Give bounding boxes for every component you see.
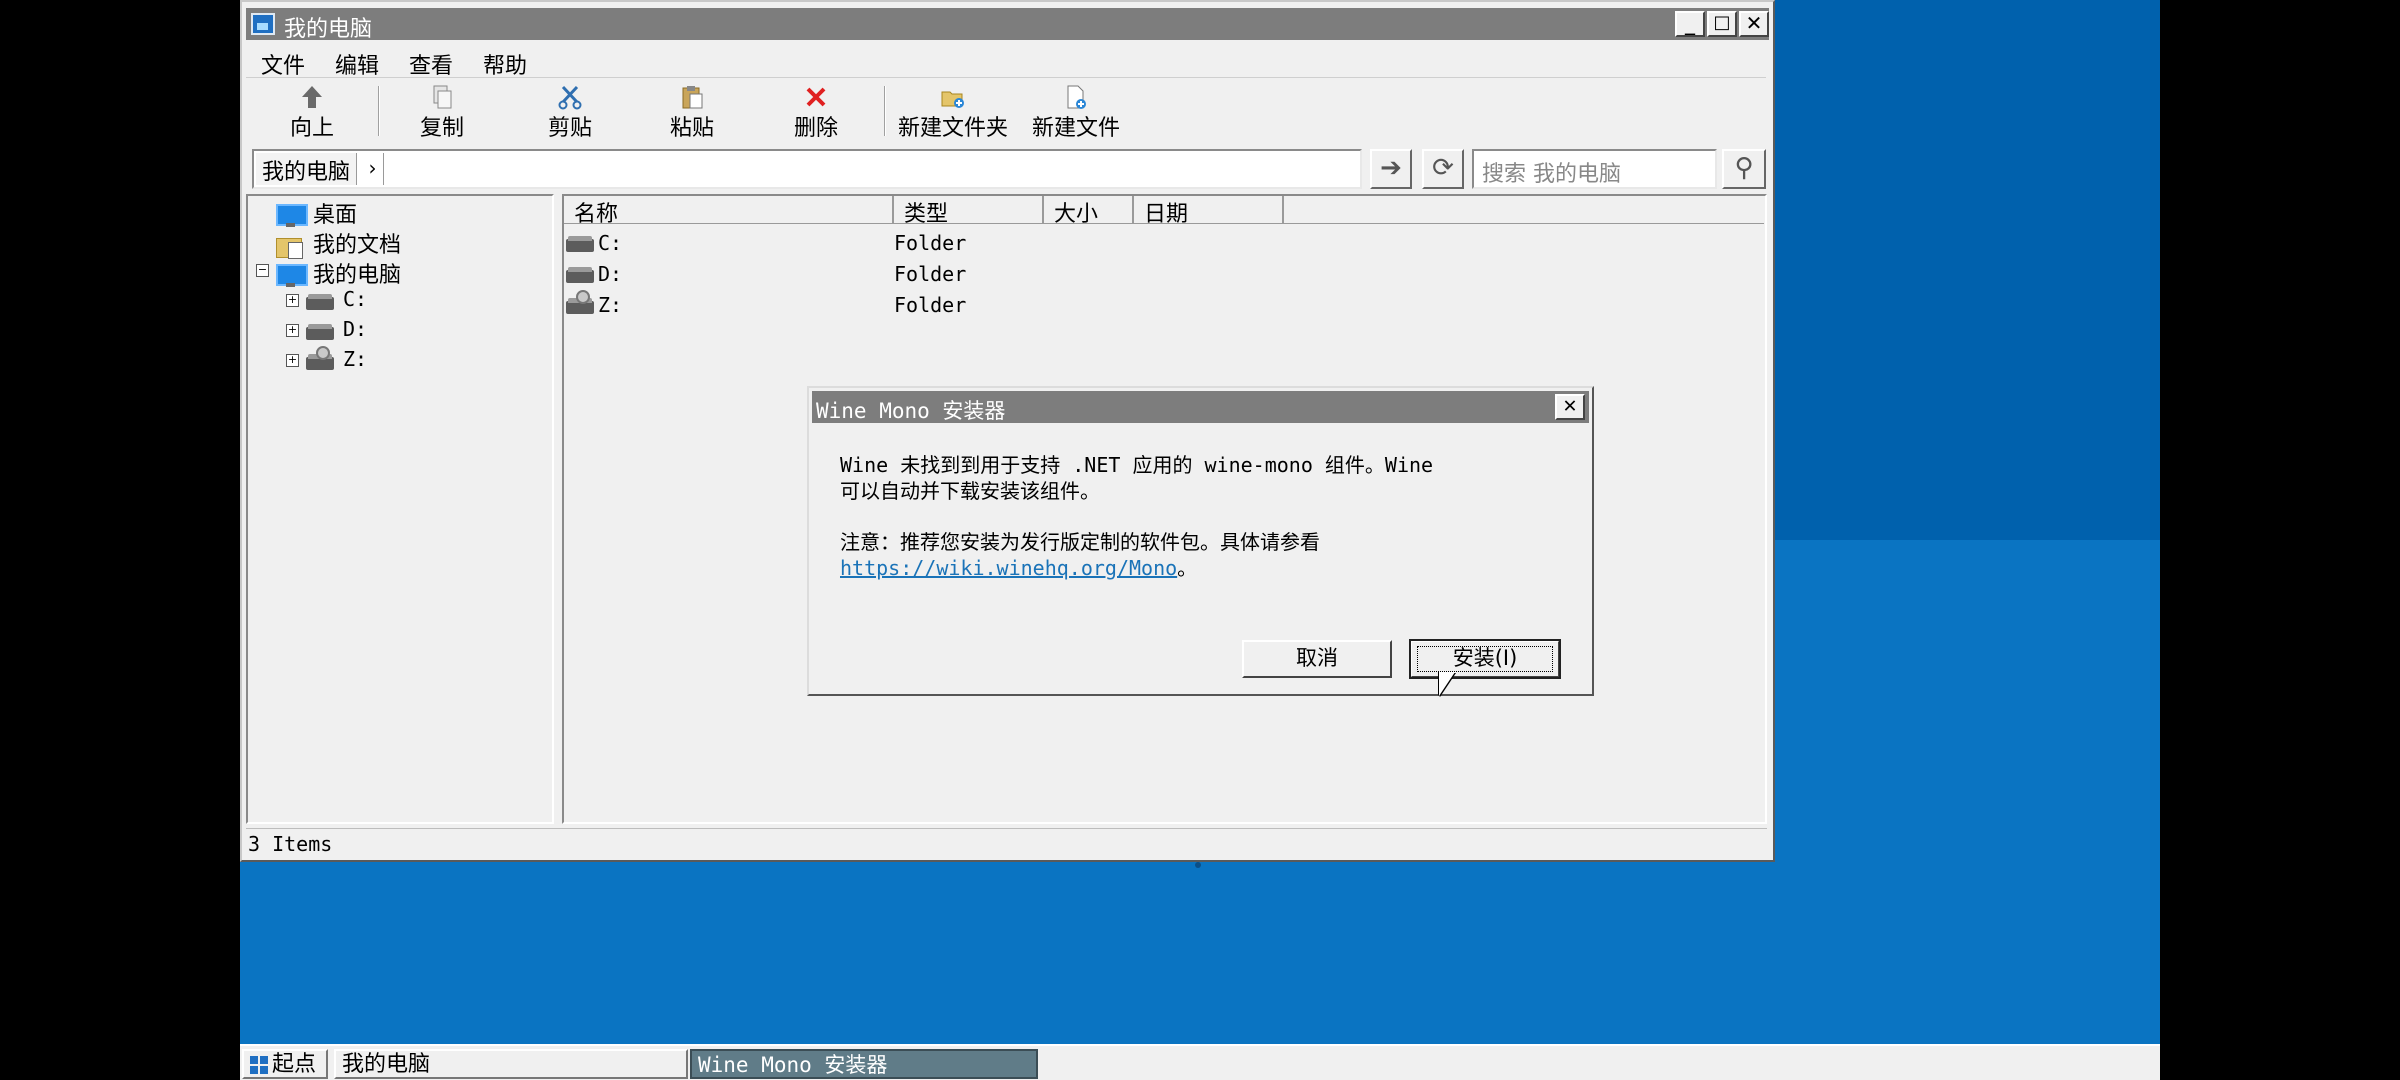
tree-item-drive-d[interactable]: D: — [306, 317, 367, 347]
search-icon[interactable]: ⚲ — [1722, 149, 1766, 189]
wine-mono-installer-dialog: Wine Mono 安装器 ✕ Wine 未找到到用于支持 .NET 应用的 w… — [807, 386, 1594, 696]
tree-item-my-computer[interactable]: 我的电脑 — [276, 257, 401, 288]
focus-rect — [1417, 646, 1553, 672]
drive-icon — [566, 261, 596, 285]
cut-button[interactable]: 剪贴 — [540, 84, 600, 141]
mouse-cursor-icon — [1439, 672, 1455, 696]
go-arrow-icon[interactable]: ➔ — [1370, 149, 1412, 189]
refresh-icon[interactable]: ⟳ — [1422, 149, 1464, 189]
taskbar-item-wine-mono[interactable]: Wine Mono 安装器 — [690, 1049, 1038, 1079]
install-button[interactable]: 安装(I) — [1409, 639, 1561, 679]
taskbar: 起点 我的电脑 Wine Mono 安装器 — [240, 1044, 2160, 1080]
wine-mono-wiki-link[interactable]: https://wiki.winehq.org/Mono — [840, 556, 1177, 580]
folder-tree: 桌面 我的文档 − 我的电脑 + C: + D: + Z: — [246, 194, 554, 824]
paste-icon — [679, 84, 705, 110]
column-spacer — [1284, 196, 1764, 224]
dialog-note: 注意：推荐您安装为发行版定制的软件包。具体请参看 — [840, 530, 1320, 554]
cd-drive-icon — [306, 346, 336, 372]
tree-item-drive-z[interactable]: Z: — [306, 346, 367, 377]
search-input[interactable]: 搜索 我的电脑 — [1472, 149, 1717, 189]
start-button[interactable]: 起点 — [242, 1049, 328, 1079]
breadcrumb-my-computer[interactable]: 我的电脑 — [256, 153, 358, 185]
breadcrumb-chevron-icon[interactable]: › — [362, 153, 384, 185]
delete-x-icon — [803, 84, 829, 110]
window-title: 我的电脑 — [284, 17, 373, 42]
drive-icon — [306, 288, 336, 312]
taskbar-item-my-computer[interactable]: 我的电脑 — [334, 1049, 688, 1079]
menu-view[interactable]: 查看 — [409, 48, 453, 80]
new-file-button[interactable]: 新建文件 — [1028, 84, 1124, 141]
close-button[interactable]: ✕ — [1739, 11, 1769, 37]
toolbar-separator — [884, 86, 886, 136]
expand-toggle[interactable]: + — [286, 294, 299, 307]
copy-button[interactable]: 复制 — [412, 84, 472, 141]
column-name[interactable]: 名称 — [564, 196, 894, 227]
expand-toggle[interactable]: + — [286, 324, 299, 337]
collapse-toggle[interactable]: − — [256, 264, 269, 277]
desktop-icon — [276, 204, 308, 228]
list-row[interactable]: C: Folder — [564, 228, 1764, 258]
cd-drive-icon — [566, 290, 596, 316]
list-row[interactable]: D: Folder — [564, 259, 1764, 289]
window-titlebar[interactable]: 我的电脑 _ □ ✕ — [246, 8, 1769, 42]
computer-icon — [251, 13, 275, 35]
column-size[interactable]: 大小 — [1044, 196, 1134, 227]
new-folder-icon — [940, 84, 966, 110]
arrow-up-icon — [299, 84, 325, 110]
dialog-title: Wine Mono 安装器 — [816, 399, 1006, 423]
desktop-dot — [1195, 862, 1201, 868]
address-bar[interactable]: 我的电脑 › — [252, 149, 1362, 189]
toolbar: 向上 复制 剪贴 粘贴 删除 新建文件夹 新建文件 — [246, 82, 1766, 142]
dialog-close-button[interactable]: ✕ — [1555, 394, 1585, 420]
dialog-titlebar[interactable]: Wine Mono 安装器 ✕ — [812, 391, 1589, 423]
list-row[interactable]: Z: Folder — [564, 290, 1764, 320]
drive-icon — [306, 318, 336, 342]
column-date[interactable]: 日期 — [1134, 196, 1284, 227]
new-folder-button[interactable]: 新建文件夹 — [894, 84, 1012, 141]
toolbar-separator — [378, 86, 380, 136]
tree-item-drive-c[interactable]: C: — [306, 287, 367, 317]
column-type[interactable]: 类型 — [894, 196, 1044, 227]
paste-button[interactable]: 粘贴 — [662, 84, 722, 141]
menu-help[interactable]: 帮助 — [483, 48, 527, 80]
new-file-icon — [1063, 84, 1089, 110]
tree-item-documents[interactable]: 我的文档 — [276, 227, 401, 259]
menu-bar: 文件 编辑 查看 帮助 — [246, 44, 1766, 80]
computer-icon — [276, 264, 308, 288]
start-icon — [250, 1056, 268, 1074]
cancel-button[interactable]: 取消 — [1242, 640, 1392, 678]
status-bar: 3 Items — [246, 828, 1767, 858]
expand-toggle[interactable]: + — [286, 354, 299, 367]
dialog-message-line1: Wine 未找到到用于支持 .NET 应用的 wine-mono 组件。Wine — [840, 453, 1434, 477]
scissors-icon — [557, 84, 583, 110]
drive-icon — [566, 230, 596, 254]
minimize-button[interactable]: _ — [1675, 11, 1705, 37]
delete-button[interactable]: 删除 — [786, 84, 846, 141]
dialog-message-line2: 可以自动并下载安装该组件。 — [840, 479, 1100, 503]
menu-edit[interactable]: 编辑 — [335, 48, 379, 80]
dialog-link-line: https://wiki.winehq.org/Mono。 — [840, 556, 1198, 580]
maximize-button[interactable]: □ — [1707, 11, 1737, 37]
tree-item-desktop[interactable]: 桌面 — [276, 197, 357, 228]
documents-folder-icon — [276, 234, 306, 259]
copy-icon — [429, 84, 455, 110]
menu-file[interactable]: 文件 — [261, 48, 305, 80]
up-button[interactable]: 向上 — [282, 84, 342, 141]
